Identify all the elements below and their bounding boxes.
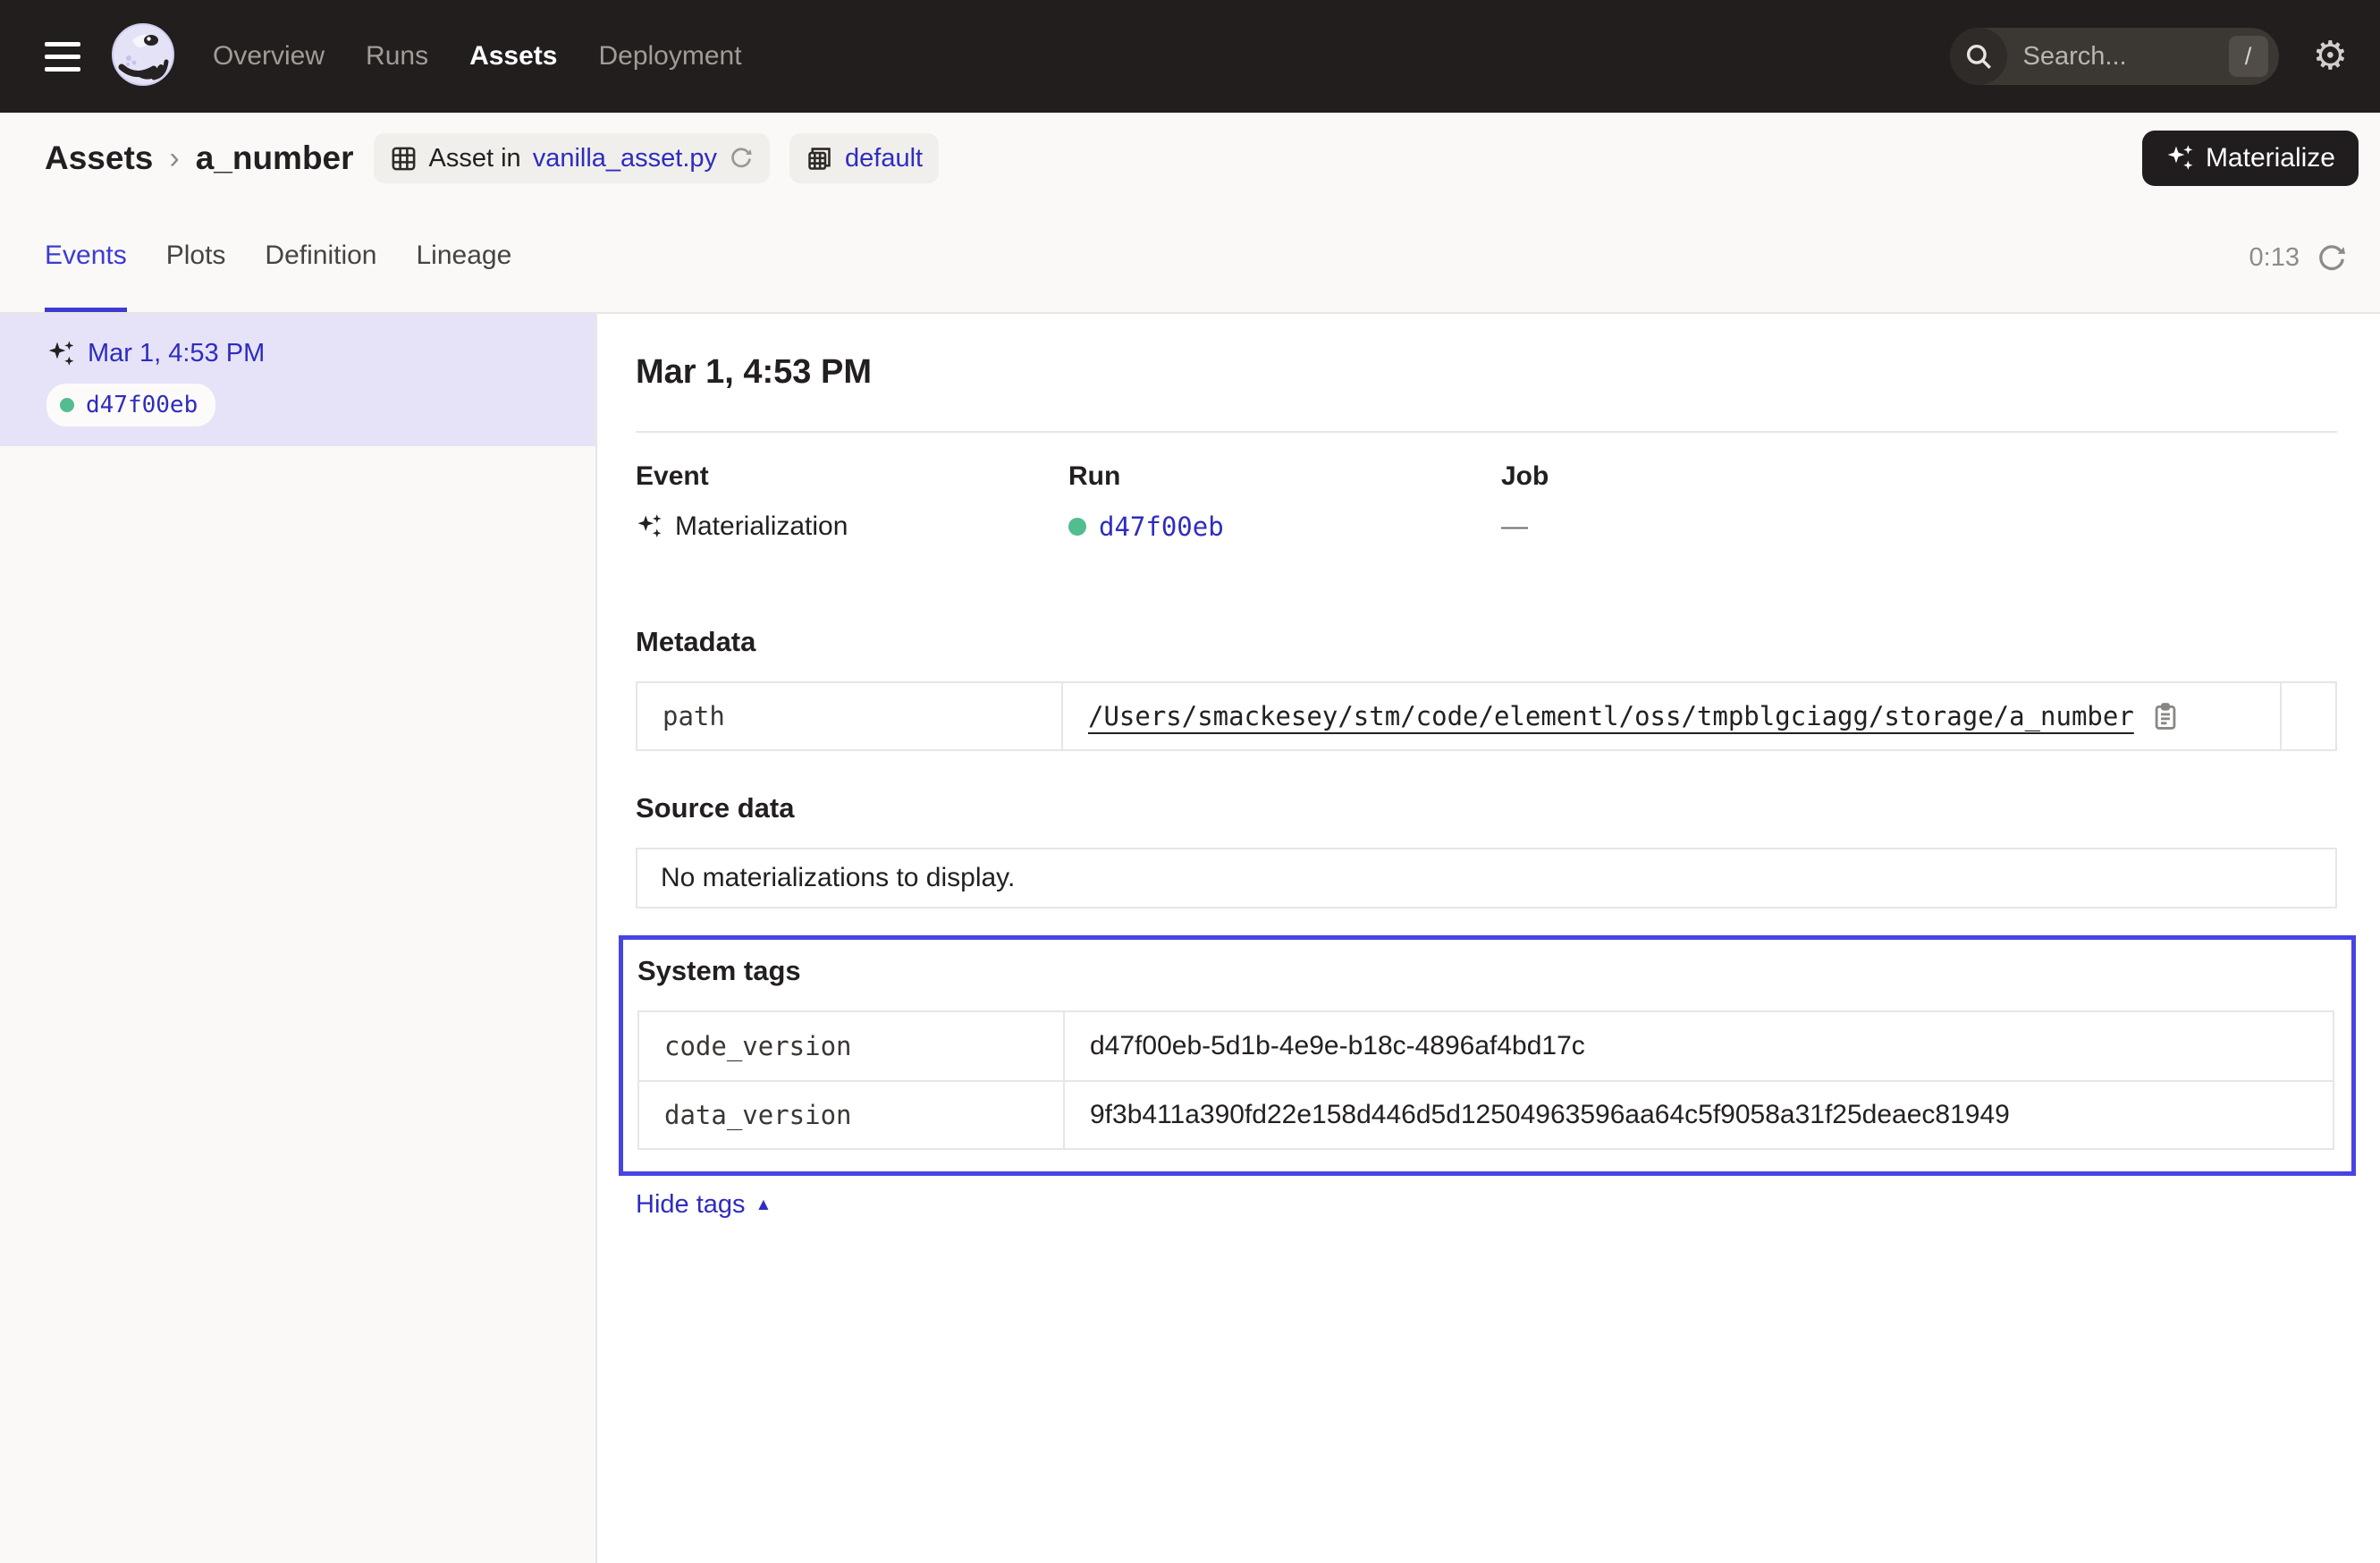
event-detail-title: Mar 1, 4:53 PM — [636, 353, 2337, 392]
event-type-label: Materialization — [675, 511, 848, 542]
materialization-sparkle-icon — [2165, 144, 2194, 173]
breadcrumb-separator: › — [169, 141, 179, 176]
table-row: code_version d47f00eb-5d1b-4e9e-b18c-489… — [639, 1012, 2333, 1080]
metadata-heading: Metadata — [636, 626, 2337, 658]
refresh-button[interactable] — [2316, 242, 2348, 275]
code-location-link[interactable]: default — [845, 144, 923, 173]
event-list-sidebar: Mar 1, 4:53 PM d47f00eb — [0, 314, 597, 1563]
asset-file-link[interactable]: vanilla_asset.py — [533, 144, 717, 173]
event-detail-panel: Mar 1, 4:53 PM Event Materialization Run — [597, 314, 2380, 1563]
copy-clipboard-icon[interactable] — [2150, 701, 2181, 731]
system-tags-section: System tags code_version d47f00eb-5d1b-4… — [619, 935, 2356, 1176]
reload-icon[interactable] — [729, 146, 754, 171]
tag-value: 9f3b411a390fd22e158d446d5d12504963596aa6… — [1090, 1100, 2010, 1130]
run-column-label: Run — [1068, 461, 1501, 492]
search-icon — [1950, 28, 2007, 85]
tab-events[interactable]: Events — [45, 204, 127, 312]
event-list-item-selected[interactable]: Mar 1, 4:53 PM d47f00eb — [0, 314, 595, 446]
repo-icon — [806, 145, 833, 173]
events-content: Mar 1, 4:53 PM d47f00eb Mar 1, 4:53 PM E… — [0, 314, 2380, 1563]
run-status-dot — [60, 398, 74, 412]
dagster-logo-icon[interactable] — [109, 22, 177, 90]
nav-item-assets[interactable]: Assets — [469, 41, 557, 72]
event-column-label: Event — [636, 461, 1068, 492]
event-summary-grid: Event Materialization Run d47f00eb — [636, 461, 2337, 542]
source-data-section: Source data No materializations to displ… — [636, 792, 2337, 908]
asset-group-icon — [390, 145, 418, 173]
asset-definition-badge[interactable]: Asset in vanilla_asset.py — [374, 133, 771, 183]
asset-header: Assets › a_number Asset in vanilla_asset… — [0, 113, 2380, 204]
search-shortcut-key: / — [2229, 36, 2268, 77]
nav-item-overview[interactable]: Overview — [213, 41, 325, 72]
search-placeholder: Search... — [2023, 42, 2229, 72]
empty-message: No materializations to display. — [661, 863, 1015, 893]
source-data-heading: Source data — [636, 792, 2337, 824]
nav-item-deployment[interactable]: Deployment — [598, 41, 741, 72]
top-nav: Overview Runs Assets Deployment Search..… — [0, 0, 2380, 113]
system-tags-table: code_version d47f00eb-5d1b-4e9e-b18c-489… — [637, 1010, 2334, 1150]
system-tags-heading: System tags — [637, 955, 2334, 987]
tab-plots[interactable]: Plots — [166, 204, 226, 312]
source-data-empty-state: No materializations to display. — [636, 848, 2337, 908]
metadata-section: Metadata path /Users/smackesey/stm/code/… — [636, 626, 2337, 751]
hide-tags-label: Hide tags — [636, 1190, 746, 1220]
run-id-pill[interactable]: d47f00eb — [46, 384, 215, 427]
tab-lineage[interactable]: Lineage — [417, 204, 512, 312]
materialize-button-label: Materialize — [2206, 143, 2335, 173]
job-empty-value: — — [1501, 511, 1528, 542]
path-value-link[interactable]: /Users/smackesey/stm/code/elementl/oss/t… — [1088, 701, 2134, 731]
asset-badge-prefix: Asset in — [429, 144, 521, 173]
breadcrumb-assets-link[interactable]: Assets — [45, 139, 153, 177]
table-row: data_version 9f3b411a390fd22e158d446d5d1… — [639, 1080, 2333, 1148]
run-status-dot — [1068, 518, 1086, 536]
materialize-button[interactable]: Materialize — [2142, 131, 2359, 186]
tag-key: code_version — [639, 1031, 1063, 1061]
hide-tags-link[interactable]: Hide tags ▲ — [636, 1190, 772, 1220]
run-id-link[interactable]: d47f00eb — [1099, 511, 1224, 542]
nav-item-runs[interactable]: Runs — [366, 41, 428, 72]
primary-nav: Overview Runs Assets Deployment — [213, 41, 742, 72]
asset-tabs: Events Plots Definition Lineage 0:13 — [0, 204, 2380, 314]
metadata-key: path — [637, 701, 1061, 731]
table-row: path /Users/smackesey/stm/code/elementl/… — [637, 683, 2335, 749]
event-timestamp-link[interactable]: Mar 1, 4:53 PM — [88, 339, 265, 368]
breadcrumb-asset-name: a_number — [196, 139, 354, 177]
refresh-icon — [2316, 242, 2348, 275]
code-location-badge[interactable]: default — [789, 133, 939, 183]
materialization-sparkle-icon — [46, 340, 75, 368]
menu-icon[interactable] — [45, 42, 80, 72]
row-action-cell — [2280, 683, 2335, 749]
job-column-label: Job — [1501, 461, 2337, 492]
materialization-sparkle-icon — [636, 513, 663, 540]
tab-definition[interactable]: Definition — [265, 204, 376, 312]
metadata-table: path /Users/smackesey/stm/code/elementl/… — [636, 681, 2337, 751]
run-id-label: d47f00eb — [86, 392, 198, 418]
tag-key: data_version — [639, 1100, 1063, 1130]
collapse-caret-icon: ▲ — [755, 1195, 772, 1215]
settings-gear-icon[interactable]: ⚙ — [2313, 37, 2348, 76]
refresh-countdown: 0:13 — [2249, 243, 2300, 273]
search-input[interactable]: Search... / — [1950, 28, 2279, 85]
divider — [636, 431, 2337, 433]
tag-value: d47f00eb-5d1b-4e9e-b18c-4896af4bd17c — [1090, 1031, 1585, 1061]
